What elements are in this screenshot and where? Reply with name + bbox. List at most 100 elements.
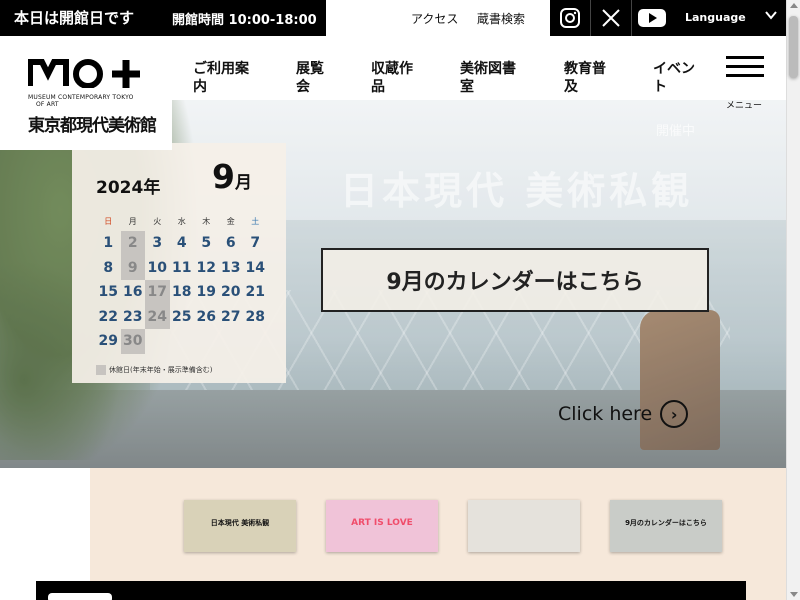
closed-day-swatch [96,365,106,375]
x-icon[interactable] [591,0,631,36]
calendar-weekdays: 日月火水木金土 [96,213,268,231]
thumbnail-caption: 日本現代 美術私観 [210,519,270,527]
nav-label: イベン [653,61,695,77]
nav-label: 収蔵作 [371,61,413,77]
instagram-icon[interactable] [550,0,590,36]
calendar-week: 22 23 24 25 26 27 28 [96,304,268,330]
nav-item-collection[interactable]: 収蔵作品 [371,60,413,96]
thumbnail-caption: 9月のカレンダーはこちら [625,519,707,527]
calendar-day[interactable]: 19 [194,280,219,305]
nav-label: 会 [296,79,310,95]
calendar-day-closed[interactable]: 2 [120,231,145,256]
calendar-month-number: 9 [212,157,235,196]
calendar-day[interactable]: 20 [219,280,244,305]
calendar-day[interactable]: 12 [194,256,219,281]
calendar-day[interactable]: 21 [243,280,268,305]
logo-subtitle-line2: OF ART [36,101,59,108]
youtube-icon[interactable] [632,0,672,36]
weekday-label: 木 [202,217,211,226]
nav-item-library[interactable]: 美術図書室 [460,60,516,96]
thumbnail-caption: ART IS LOVE [351,518,413,528]
language-label: Language [685,11,746,24]
slide-thumbnail[interactable]: 9月のカレンダーはこちら [610,500,722,552]
calendar-day[interactable]: 6 [219,231,244,256]
top-bar: 本日は開館日です 開館時間 10:00-18:00 アクセス 蔵書検索 Lang… [0,0,786,36]
weekday-label: 水 [177,217,186,226]
status-strip: 本日は開館日です 開館時間 10:00-18:00 [0,0,326,36]
calendar-day[interactable]: 22 [96,305,121,330]
nav-item-visit[interactable]: ご利用案内 [193,60,249,96]
weekday-label: 土 [251,217,260,226]
calendar-day[interactable]: 27 [219,305,244,330]
calendar-month-suffix: 月 [234,173,252,193]
nav-item-exhibitions[interactable]: 展覧会 [296,60,324,96]
slide-thumbnail[interactable]: ART IS LOVE [326,500,438,552]
open-today-status: 本日は開館日です [14,9,135,27]
page-scrollbar[interactable] [786,0,800,600]
logo-japanese: 東京都現代美術館 [28,116,157,136]
menu-label: メニュー [726,101,763,111]
calendar-day[interactable]: 3 [145,231,170,256]
nav-item-events[interactable]: イベント [653,60,695,96]
calendar-day[interactable]: 25 [170,305,195,330]
weekday-label: 火 [153,217,162,226]
click-here-link[interactable]: Click here › [558,400,689,428]
calendar-legend: 休館日(年末年始・展示準備含む) [96,365,212,375]
news-bar [36,581,746,600]
main-nav: ご利用案内 展覧会 収蔵作品 美術図書室 教育普及 イベント [172,36,786,100]
collection-search-link[interactable]: 蔵書検索 [477,10,525,27]
weekday-label: 月 [128,217,137,226]
calendar-day[interactable]: 14 [243,256,268,281]
click-here-label: Click here [558,403,653,425]
calendar-week: 1234567 [96,231,268,256]
hero-ghost-open: 開催中 [656,124,696,139]
calendar-day[interactable]: 16 [121,280,146,305]
calendar-day[interactable]: 15 [96,280,121,305]
calendar-day[interactable]: 8 [96,256,121,281]
menu-button[interactable]: メニュー [724,52,766,112]
calendar-day[interactable]: 1 [96,231,121,256]
slide-thumbnail[interactable]: 日本現代 美術私観 [184,500,296,552]
nav-label: ご利用案 [193,61,249,77]
nav-item-education[interactable]: 教育普及 [564,60,606,96]
calendar-day-closed[interactable]: 17 [145,280,170,305]
access-link[interactable]: アクセス [411,10,458,27]
calendar-week: 29 30 [96,329,268,354]
slide-thumbnail[interactable] [468,500,580,552]
calendar-day[interactable]: 4 [170,231,195,256]
calendar-day[interactable]: 28 [243,305,268,330]
calendar-link-button[interactable]: 9月のカレンダーはこちら [321,248,709,312]
calendar-day[interactable]: 18 [170,280,195,305]
calendar-day[interactable]: 11 [170,256,195,281]
language-selector[interactable]: Language [672,0,786,36]
calendar-day[interactable]: 13 [219,256,244,281]
calendar-legend-text: 休館日(年末年始・展示準備含む) [109,366,213,374]
calendar-year: 2024年 [96,178,161,198]
calendar-day-closed[interactable]: 9 [120,255,145,280]
calendar-day[interactable]: 26 [194,305,219,330]
nav-label: 内 [193,79,207,95]
calendar-day[interactable]: 23 [121,305,146,330]
weekday-label: 金 [226,217,235,226]
calendar-day-closed[interactable]: 24 [145,304,170,329]
calendar-day[interactable]: 10 [145,256,170,281]
site-logo[interactable]: MUSEUM CONTEMPORARY TOKYO OF ART 東京都現代美術… [0,36,172,150]
chevron-down-icon [765,9,777,24]
nav-label: 品 [371,79,385,95]
opening-hours: 開館時間 10:00-18:00 [172,13,317,28]
calendar-week: 15 16 17 18 19 20 21 [96,280,268,305]
nav-label: 美術図書 [460,61,516,77]
calendar-day[interactable]: 7 [243,231,268,256]
news-tag[interactable] [48,593,112,600]
nav-label: 及 [564,79,578,95]
calendar-day-closed[interactable]: 30 [120,329,145,354]
weekday-label: 日 [104,217,113,226]
social-links [550,0,672,36]
calendar-day[interactable]: 29 [96,329,121,354]
scroll-up-icon[interactable] [790,3,798,8]
scroll-down-icon[interactable] [790,592,798,597]
calendar-day[interactable]: 5 [194,231,219,256]
hamburger-icon [726,56,764,59]
scroll-thumb[interactable] [789,16,798,78]
calendar-grid: 日月火水木金土 1 2 3 4 5 6 7 8 9 10 11 12 13 14 15 16 17 18 19 20 2… [96,213,268,354]
